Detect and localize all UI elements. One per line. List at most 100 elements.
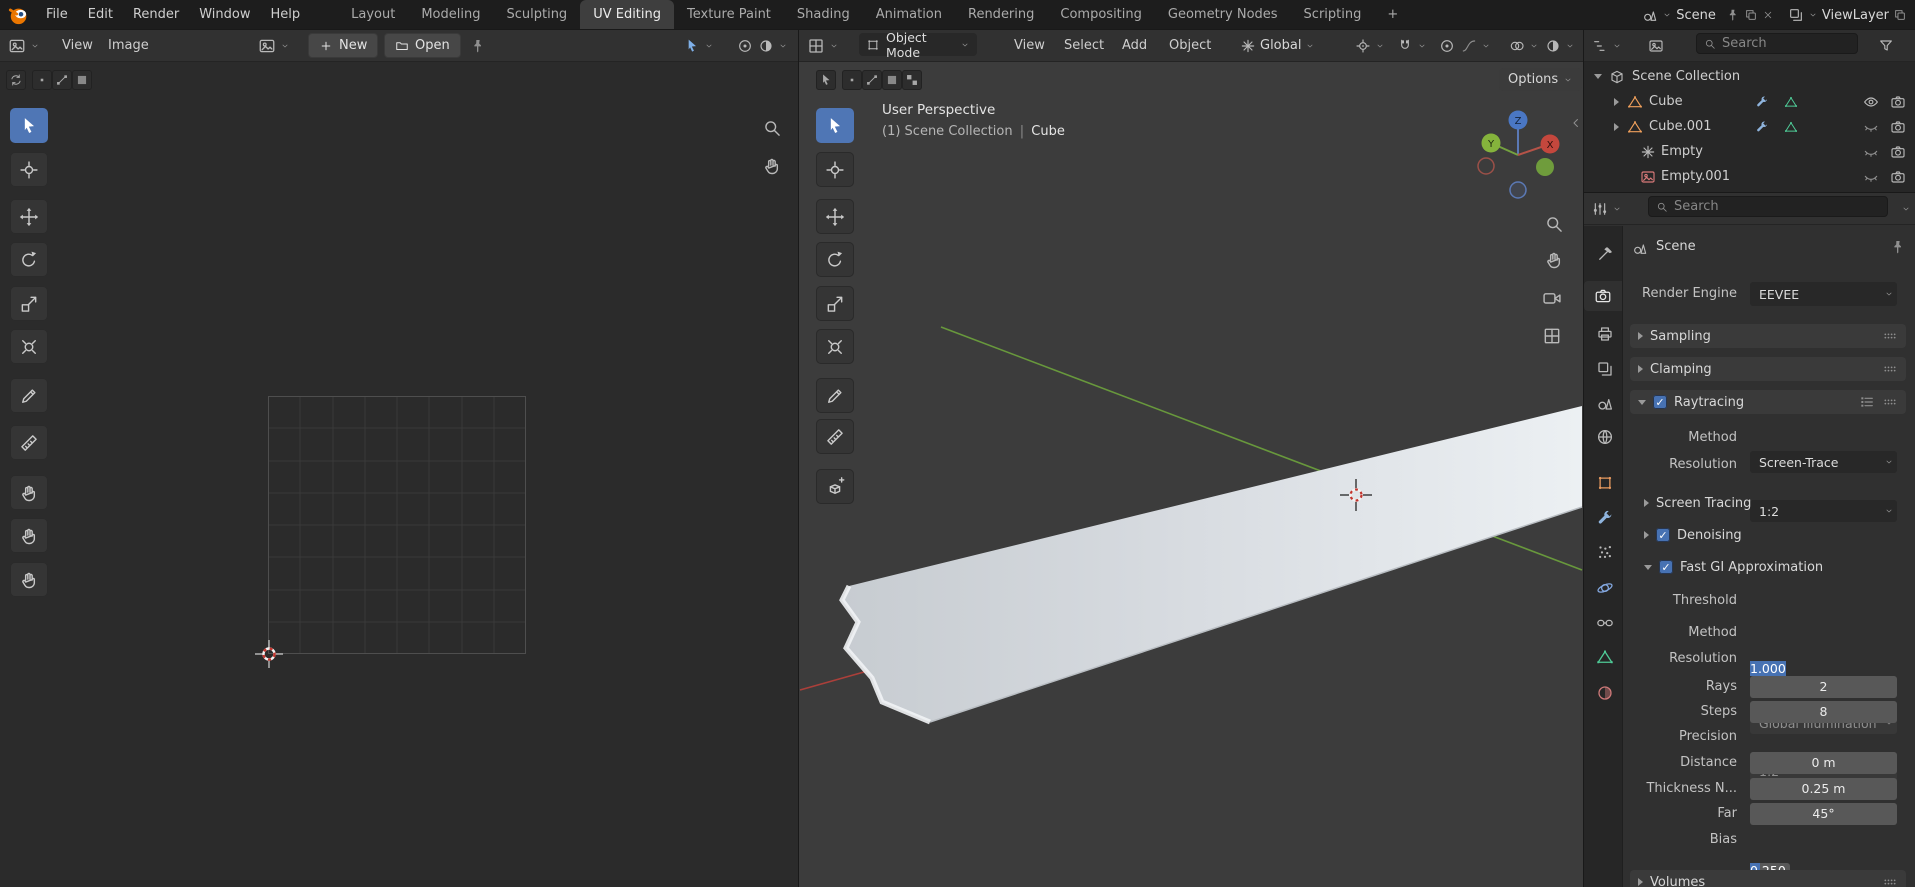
drag-handle-icon[interactable] [1882, 874, 1898, 887]
camera-visibility-icon[interactable] [1890, 144, 1906, 160]
list-icon[interactable] [1859, 394, 1875, 410]
uv-tool-measure[interactable] [10, 425, 48, 460]
viewport-toggle-island[interactable] [902, 70, 922, 90]
outliner-filter-button[interactable] [1878, 33, 1894, 58]
new-image-button[interactable]: New [308, 33, 378, 58]
thickness-field[interactable]: 0.25 m [1750, 778, 1897, 800]
raytracing-checkbox[interactable] [1653, 395, 1667, 409]
tab-modifiers[interactable] [1588, 503, 1622, 533]
outliner-row-empty[interactable]: Empty [1584, 139, 1915, 164]
tab-scene[interactable] [1588, 388, 1622, 418]
snap-target-selector[interactable] [1355, 33, 1385, 58]
tab-view-layer[interactable] [1588, 354, 1622, 384]
tab-output[interactable] [1588, 319, 1622, 349]
mesh-data-icon[interactable] [1784, 120, 1798, 134]
uv-snap-selector[interactable] [684, 33, 714, 58]
viewport-toggle-select[interactable] [816, 70, 836, 90]
open-image-button[interactable]: Open [384, 33, 461, 58]
add-workspace-button[interactable]: + [1374, 0, 1411, 30]
camera-visibility-icon[interactable] [1890, 119, 1906, 135]
duplicate-icon[interactable] [1744, 8, 1758, 22]
duplicate-icon[interactable] [1893, 8, 1907, 22]
eye-closed-icon[interactable] [1863, 119, 1879, 135]
outliner-row-empty-001[interactable]: Empty.001 [1584, 164, 1915, 189]
v3d-tool-rotate[interactable] [816, 242, 854, 277]
mesh-data-icon[interactable] [1784, 95, 1798, 109]
outliner-row-cube[interactable]: Cube [1584, 89, 1915, 114]
workspace-tab-uv-editing[interactable]: UV Editing [580, 0, 674, 30]
eye-closed-icon[interactable] [1863, 169, 1879, 185]
snap-toggle[interactable] [1397, 33, 1427, 58]
workspace-tab-compositing[interactable]: Compositing [1047, 0, 1155, 30]
uv-proportional-toggle[interactable] [737, 33, 753, 58]
rays-field[interactable]: 2 [1750, 676, 1897, 698]
workspace-tab-modeling[interactable]: Modeling [408, 0, 493, 30]
menu-render[interactable]: Render [123, 2, 189, 28]
outliner-search-input[interactable] [1722, 36, 1850, 51]
workspace-tab-geometry-nodes[interactable]: Geometry Nodes [1155, 0, 1291, 30]
workspace-tab-animation[interactable]: Animation [863, 0, 955, 30]
expand-arrow-icon[interactable] [1614, 98, 1619, 106]
proportional-edit-toggle[interactable] [1439, 33, 1455, 58]
close-icon[interactable] [1762, 9, 1774, 21]
drag-handle-icon[interactable] [1882, 394, 1898, 410]
shading-mode-selector[interactable] [1545, 33, 1575, 58]
tab-particles[interactable] [1588, 537, 1622, 567]
image-datablock-selector[interactable] [258, 33, 290, 58]
v3d-tool-move[interactable] [816, 199, 854, 234]
uv-tool-move[interactable] [10, 199, 48, 234]
uv-tool-pinch[interactable] [10, 562, 48, 597]
v3d-tool-add-cube[interactable] [816, 469, 854, 504]
overlays-toggle[interactable] [1509, 33, 1539, 58]
transform-orientation-selector[interactable]: Global [1240, 33, 1315, 58]
modifier-wrench-icon[interactable] [1755, 95, 1769, 109]
v3d-menu-select[interactable]: Select [1054, 33, 1114, 58]
workspace-tab-rendering[interactable]: Rendering [955, 0, 1047, 30]
expand-arrow-icon[interactable] [1594, 74, 1602, 79]
render-engine-dropdown[interactable]: EEVEE [1750, 282, 1897, 306]
uv-tool-relax[interactable] [10, 518, 48, 553]
options-button[interactable]: Options [1499, 68, 1582, 91]
v3d-tool-annotate[interactable] [816, 378, 854, 413]
blender-logo-icon[interactable] [8, 4, 30, 26]
camera-visibility-icon[interactable] [1890, 169, 1906, 185]
far-field[interactable]: 45° [1750, 803, 1897, 825]
uv-editor-type-button[interactable] [8, 33, 40, 58]
scene-selector[interactable]: Scene [1642, 7, 1774, 23]
properties-search-input[interactable] [1674, 199, 1880, 214]
expand-arrow-icon[interactable] [1614, 123, 1619, 131]
uv-tool-transform[interactable] [10, 329, 48, 364]
outliner-row-cube-001[interactable]: Cube.001 [1584, 114, 1915, 139]
viewport-toggle-face[interactable] [882, 70, 902, 90]
workspace-tab-scripting[interactable]: Scripting [1291, 0, 1375, 30]
panel-sampling[interactable]: Sampling [1630, 324, 1906, 348]
threshold-slider[interactable]: 1.000 [1750, 661, 1786, 676]
pin-icon[interactable] [1890, 239, 1906, 255]
gizmo-neg-x-axis[interactable] [1478, 158, 1494, 174]
distance-field[interactable]: 0 m [1750, 752, 1897, 774]
v3d-tool-measure[interactable] [816, 419, 854, 454]
menu-help[interactable]: Help [261, 2, 311, 28]
camera-view-icon[interactable] [1542, 288, 1562, 308]
uv-tool-scale[interactable] [10, 286, 48, 321]
uv-overlay-selector[interactable] [758, 33, 788, 58]
drag-handle-icon[interactable] [1882, 361, 1898, 377]
rt-method-dropdown[interactable]: Screen-Trace [1750, 451, 1897, 473]
gizmo-neg-y-axis[interactable] [1536, 158, 1554, 176]
panel-volumes[interactable]: Volumes [1630, 870, 1906, 887]
subpanel-fast-gi[interactable]: Fast GI Approximation [1644, 556, 1823, 578]
outliner-search[interactable] [1696, 33, 1858, 54]
v3d-tool-select-box[interactable] [816, 108, 854, 143]
navigation-gizmo[interactable]: Z Y X [1471, 108, 1567, 204]
menu-edit[interactable]: Edit [78, 2, 123, 28]
orthographic-toggle-icon[interactable] [1542, 326, 1562, 346]
v3d-menu-view[interactable]: View [1004, 33, 1055, 58]
mode-selector[interactable]: Object Mode [859, 33, 977, 56]
outliner-display-mode[interactable] [1648, 33, 1664, 58]
collapse-region-icon[interactable] [1569, 116, 1583, 130]
workspace-tab-texture-paint[interactable]: Texture Paint [674, 0, 784, 30]
workspace-tab-sculpting[interactable]: Sculpting [493, 0, 580, 30]
pan-hand-icon[interactable] [762, 156, 782, 176]
properties-editor-type-button[interactable] [1592, 196, 1622, 221]
workspace-tab-layout[interactable]: Layout [338, 0, 408, 30]
